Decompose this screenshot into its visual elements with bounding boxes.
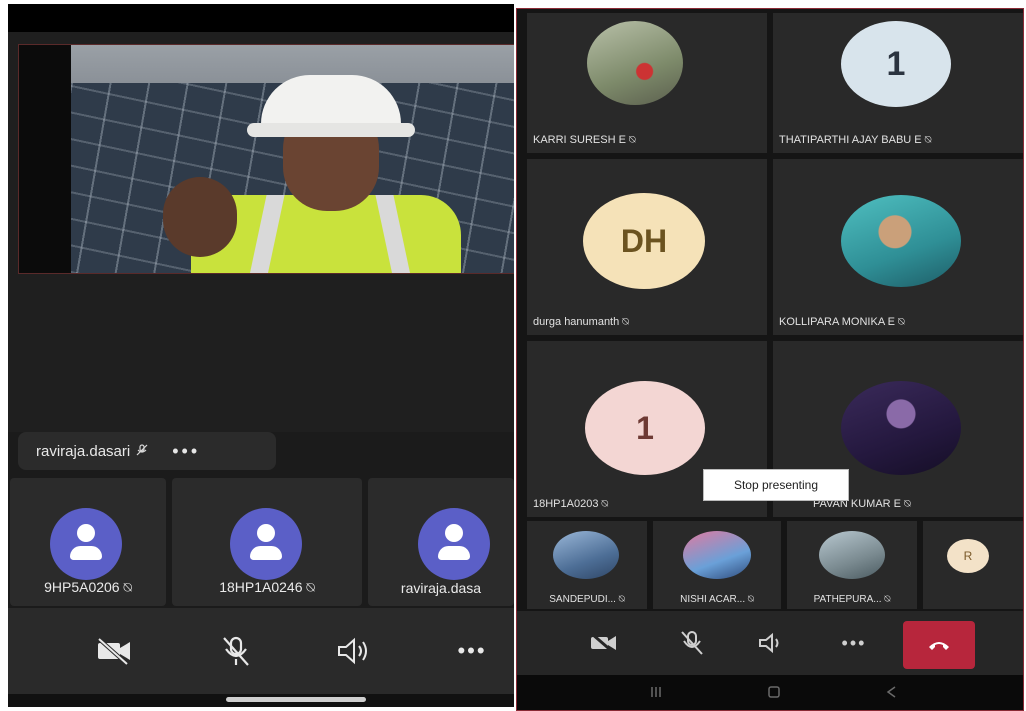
presenter-hand xyxy=(163,177,237,257)
more-actions-button[interactable]: ••• xyxy=(448,628,496,674)
participant-label: 18HP1A0246 ⍉ xyxy=(219,579,315,595)
mic-toggle-button[interactable] xyxy=(673,625,711,661)
participant-tile[interactable]: DH durga hanumanth ⍉ xyxy=(527,159,767,335)
participant-name: KARRI SURESH E ⍉ xyxy=(533,134,636,146)
participant-photo xyxy=(587,21,683,105)
recents-icon[interactable] xyxy=(649,685,663,702)
person-avatar-icon xyxy=(418,508,490,580)
participant-label: 9HP5A0206 ⍉ xyxy=(44,579,132,595)
presenter-name-pill[interactable]: raviraja.dasari ••• xyxy=(18,432,276,470)
participant-initials-avatar: R xyxy=(947,539,989,573)
participant-photo xyxy=(841,381,961,475)
participant-tile[interactable]: R xyxy=(923,521,1023,609)
participant-tile[interactable]: 18HP1A0246 ⍉ xyxy=(172,478,362,606)
participant-initials-avatar: 1 xyxy=(585,381,705,475)
camera-off-icon xyxy=(591,632,616,654)
person-avatar-icon xyxy=(230,508,302,580)
participant-photo xyxy=(841,195,961,287)
participant-name: PATHEPURA... ⍉ xyxy=(813,594,891,605)
participant-initials-avatar: DH xyxy=(583,193,705,289)
participant-photo xyxy=(553,531,619,579)
participant-tile[interactable]: 1 THATIPARTHI AJAY BABU E ⍉ xyxy=(773,13,1023,153)
hard-hat-brim xyxy=(247,123,415,137)
participant-tile[interactable]: 9HP5A0206 ⍉ xyxy=(10,478,166,606)
speaker-button[interactable] xyxy=(330,628,378,674)
participant-tile[interactable]: KARRI SURESH E ⍉ xyxy=(527,13,767,153)
participant-name: NISHI ACAR... ⍉ xyxy=(680,594,754,605)
person-avatar-icon xyxy=(50,508,122,580)
status-bar xyxy=(8,4,514,32)
participant-name: KOLLIPARA MONIKA E ⍉ xyxy=(779,316,905,328)
participant-name: durga hanumanth ⍉ xyxy=(533,316,629,328)
call-toolbar: ••• xyxy=(8,608,514,694)
participant-tile[interactable]: KOLLIPARA MONIKA E ⍉ xyxy=(773,159,1023,335)
participant-photo xyxy=(683,531,751,579)
participant-initials-avatar: 1 xyxy=(841,21,951,107)
more-options-icon[interactable]: ••• xyxy=(172,441,200,462)
participant-tile[interactable]: PATHEPURA... ⍉ xyxy=(787,521,917,609)
mic-off-icon xyxy=(223,636,249,666)
presenter-video xyxy=(71,45,514,273)
gesture-bar xyxy=(8,694,514,707)
mic-off-icon xyxy=(681,631,703,655)
speaker-button[interactable] xyxy=(753,625,791,661)
hang-up-button[interactable] xyxy=(903,621,975,669)
participant-name: SANDEPUDI... ⍉ xyxy=(549,594,625,605)
participant-tile[interactable]: raviraja.dasa xyxy=(368,478,514,606)
left-phone-screen: raviraja.dasari ••• 9HP5A0206 ⍉ 18HP1A02… xyxy=(8,4,514,707)
participant-name: THATIPARTHI AJAY BABU E ⍉ xyxy=(779,134,932,146)
home-icon[interactable] xyxy=(767,685,781,702)
stop-presenting-tooltip[interactable]: Stop presenting xyxy=(703,469,849,501)
presenter-stage xyxy=(8,32,514,432)
phone-hangup-icon xyxy=(929,642,949,650)
call-toolbar: ••• xyxy=(517,611,1023,675)
mic-muted-icon xyxy=(136,443,148,459)
participant-photo xyxy=(819,531,885,579)
presenter-name: raviraja.dasari xyxy=(36,442,131,460)
participant-tile[interactable]: NISHI ACAR... ⍉ xyxy=(653,521,781,609)
camera-off-icon xyxy=(97,637,130,665)
speaker-icon xyxy=(759,632,779,654)
participant-grid: KARRI SURESH E ⍉ 1 THATIPARTHI AJAY BABU… xyxy=(517,9,1023,609)
speaker-icon xyxy=(338,637,367,665)
participant-label: raviraja.dasa xyxy=(400,580,482,596)
android-nav-bar xyxy=(517,675,1023,710)
more-actions-button[interactable]: ••• xyxy=(835,625,873,661)
mic-toggle-button[interactable] xyxy=(212,628,260,674)
back-icon[interactable] xyxy=(885,685,899,702)
right-phone-screen: KARRI SURESH E ⍉ 1 THATIPARTHI AJAY BABU… xyxy=(516,8,1024,711)
participant-strip: 9HP5A0206 ⍉ 18HP1A0246 ⍉ raviraja.dasa xyxy=(8,478,514,608)
participant-tile[interactable]: SANDEPUDI... ⍉ xyxy=(527,521,647,609)
participant-strip: SANDEPUDI... ⍉ NISHI ACAR... ⍉ PATHEPURA… xyxy=(517,521,1023,611)
camera-toggle-button[interactable] xyxy=(585,625,623,661)
camera-toggle-button[interactable] xyxy=(90,628,138,674)
presenter-video-frame[interactable] xyxy=(18,44,514,274)
